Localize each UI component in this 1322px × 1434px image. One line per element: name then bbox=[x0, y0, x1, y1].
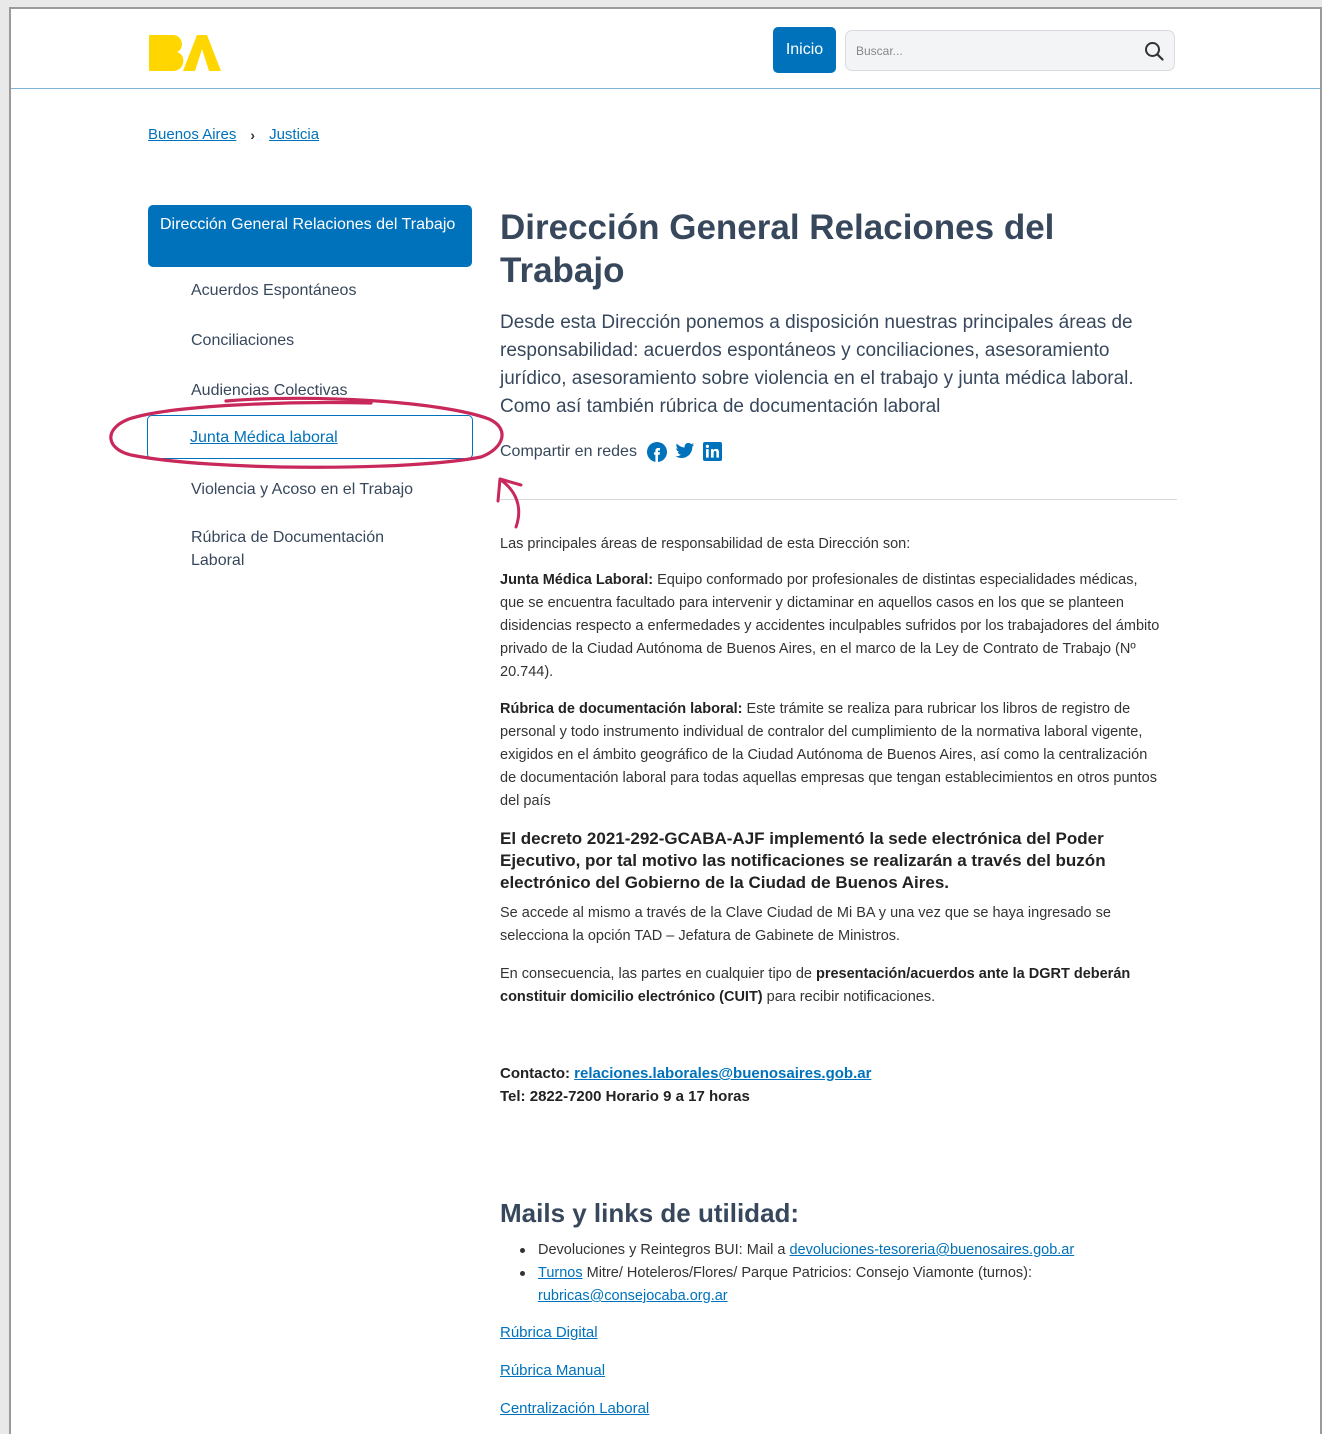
ba-logo[interactable] bbox=[147, 31, 221, 73]
list-item: Devoluciones y Reintegros BUI: Mail a de… bbox=[517, 1239, 1167, 1262]
inicio-button[interactable]: Inicio bbox=[773, 27, 836, 73]
sidebar-item-rubrica[interactable]: Rúbrica de Documentación Laboral bbox=[191, 526, 431, 572]
page-title: Dirección General Relaciones del Trabajo bbox=[500, 208, 1055, 290]
rubrica-manual-link[interactable]: Rúbrica Manual bbox=[500, 1362, 605, 1379]
contact-block: Contacto: relaciones.laborales@buenosair… bbox=[500, 1062, 1165, 1108]
devoluciones-email-link[interactable]: devoluciones-tesoreria@buenosaires.gob.a… bbox=[789, 1242, 1074, 1258]
contact-tel: Tel: 2822-7200 Horario 9 a 17 horas bbox=[500, 1088, 750, 1105]
consecuencia-post: para recibir notificaciones. bbox=[762, 989, 936, 1005]
intro-paragraph: Desde esta Dirección ponemos a disposici… bbox=[500, 312, 1134, 417]
sidebar-title[interactable]: Dirección General Relaciones del Trabajo bbox=[148, 205, 472, 267]
annotation-arrow bbox=[499, 478, 521, 529]
share-row: Compartir en redes bbox=[500, 442, 723, 462]
turnos-text: Mitre/ Hoteleros/Flores/ Parque Patricio… bbox=[582, 1265, 1033, 1281]
twitter-icon[interactable] bbox=[675, 442, 695, 462]
breadcrumb-buenos-aires[interactable]: Buenos Aires bbox=[148, 126, 236, 143]
areas-intro: Las principales áreas de responsabilidad… bbox=[500, 536, 911, 552]
rubrica-digital-link[interactable]: Rúbrica Digital bbox=[500, 1324, 598, 1341]
sidebar-item-audiencias[interactable]: Audiencias Colectivas bbox=[191, 379, 461, 402]
breadcrumb-justicia[interactable]: Justicia bbox=[269, 126, 319, 143]
mails-list: Devoluciones y Reintegros BUI: Mail a de… bbox=[517, 1239, 1167, 1308]
content-divider bbox=[500, 499, 1177, 500]
junta-label: Junta Médica Laboral: bbox=[500, 572, 654, 588]
decreto-heading: El decreto 2021-292-GCABA-AJF implementó… bbox=[500, 829, 1106, 892]
devoluciones-text: Devoluciones y Reintegros BUI: Mail a bbox=[538, 1242, 790, 1258]
contact-email-link[interactable]: relaciones.laborales@buenosaires.gob.ar bbox=[574, 1065, 871, 1082]
share-label: Compartir en redes bbox=[500, 443, 637, 460]
sidebar-item-conciliaciones[interactable]: Conciliaciones bbox=[191, 329, 461, 352]
rubricas-email-link[interactable]: rubricas@consejocaba.org.ar bbox=[538, 1288, 728, 1304]
search-icon[interactable] bbox=[1144, 41, 1164, 61]
consecuencia-pre: En consecuencia, las partes en cualquier… bbox=[500, 966, 816, 982]
site-header: Inicio bbox=[11, 9, 1320, 89]
share-icons bbox=[646, 442, 723, 462]
contact-line: Contacto: relaciones.laborales@buenosair… bbox=[500, 1062, 1165, 1085]
sidebar-item-acuerdos[interactable]: Acuerdos Espontáneos bbox=[191, 279, 461, 302]
rubrica-text: Este trámite se realiza para rubricar lo… bbox=[500, 701, 1157, 809]
breadcrumb: Buenos Aires › Justicia bbox=[148, 126, 319, 143]
sidebar-item-violencia[interactable]: Violencia y Acoso en el Trabajo bbox=[191, 478, 461, 501]
browser-page: Inicio Buenos Aires › Justicia Dirección… bbox=[9, 7, 1322, 1434]
chevron-right-icon: › bbox=[250, 126, 256, 143]
facebook-icon[interactable] bbox=[646, 442, 667, 462]
mails-title: Mails y links de utilidad: bbox=[500, 1198, 800, 1228]
turnos-link[interactable]: Turnos bbox=[538, 1265, 583, 1281]
junta-paragraph: Junta Médica Laboral: Equipo conformado … bbox=[500, 569, 1165, 684]
rubrica-label: Rúbrica de documentación laboral: bbox=[500, 701, 743, 717]
list-item: Turnos Mitre/ Hoteleros/Flores/ Parque P… bbox=[517, 1262, 1167, 1308]
sidebar-item-junta-medica[interactable]: Junta Médica laboral bbox=[190, 429, 338, 447]
rubrica-paragraph: Rúbrica de documentación laboral: Este t… bbox=[500, 698, 1165, 813]
contact-label: Contacto: bbox=[500, 1065, 575, 1082]
search-box bbox=[845, 30, 1175, 71]
junta-text: Equipo conformado por profesionales de d… bbox=[500, 572, 1160, 680]
consecuencia-paragraph: En consecuencia, las partes en cualquier… bbox=[500, 963, 1165, 1009]
search-input[interactable] bbox=[846, 31, 1126, 70]
annotation-arrowhead bbox=[496, 477, 523, 503]
acceso-paragraph: Se accede al mismo a través de la Clave … bbox=[500, 905, 1111, 944]
centralizacion-laboral-link[interactable]: Centralización Laboral bbox=[500, 1400, 649, 1417]
linkedin-icon[interactable] bbox=[702, 442, 723, 462]
